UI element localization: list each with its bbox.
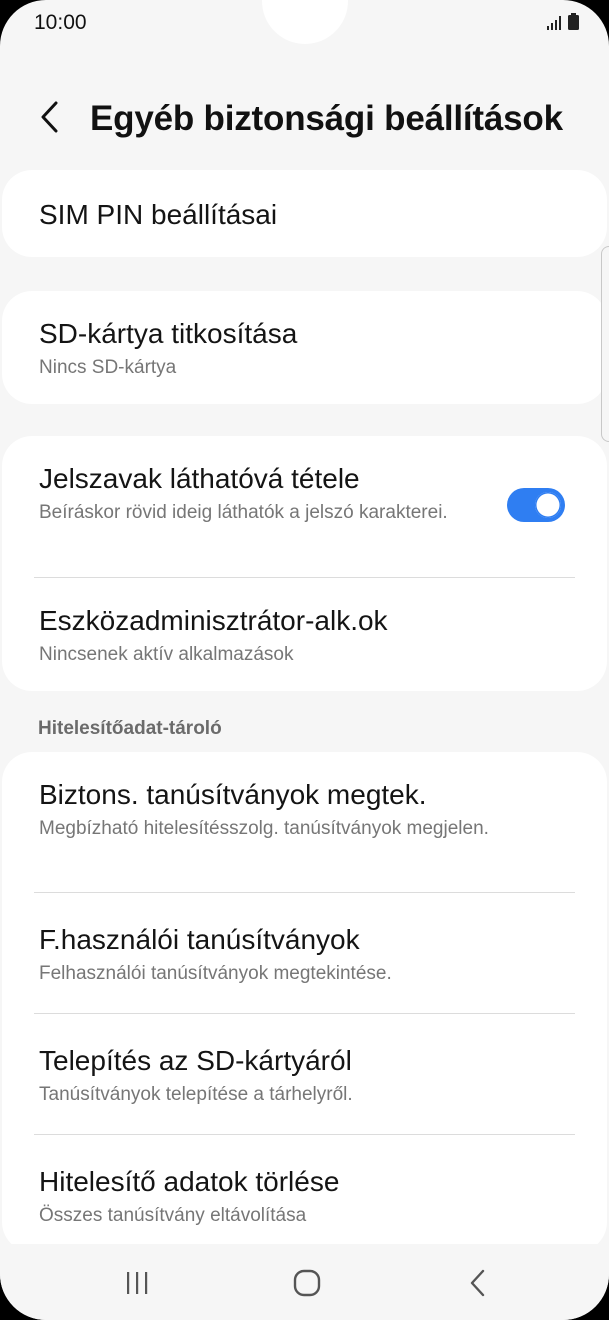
- back-arrow-icon: [470, 1269, 485, 1297]
- nav-back-button[interactable]: [448, 1258, 508, 1308]
- user-certs-subtitle: Felhasználói tanúsítványok megtekintése.: [39, 963, 392, 984]
- scrollbar[interactable]: [601, 246, 609, 442]
- credential-storage-card: Biztons. tanúsítványok megtek. Megbízhat…: [2, 752, 607, 1252]
- toggle-knob: [535, 492, 561, 518]
- sd-encrypt-subtitle: Nincs SD-kártya: [39, 357, 177, 378]
- clear-credentials-item[interactable]: Hitelesítő adatok törlése Összes tanúsít…: [2, 1135, 607, 1228]
- sim-pin-title: SIM PIN beállításai: [39, 199, 278, 230]
- navigation-bar: [0, 1244, 609, 1320]
- show-passwords-title: Jelszavak láthatóvá tétele: [39, 463, 360, 494]
- install-sd-subtitle: Tanúsítványok telepítése a tárhelyről.: [39, 1084, 353, 1105]
- clear-credentials-title: Hitelesítő adatok törlése: [39, 1166, 340, 1197]
- device-admin-item[interactable]: Eszközadminisztrátor-alk.ok Nincsenek ak…: [2, 578, 607, 667]
- trusted-certs-title: Biztons. tanúsítványok megtek.: [39, 779, 427, 810]
- trusted-certs-item[interactable]: Biztons. tanúsítványok megtek. Megbízhat…: [2, 752, 607, 892]
- install-sd-item[interactable]: Telepítés az SD-kártyáról Tanúsítványok …: [2, 1014, 607, 1134]
- password-admin-card: Jelszavak láthatóvá tétele Beíráskor röv…: [2, 436, 607, 691]
- signal-icon: [547, 16, 561, 30]
- sd-encrypt-item[interactable]: SD-kártya titkosítása Nincs SD-kártya: [2, 291, 607, 380]
- app-header: Egyéb biztonsági beállítások: [0, 85, 609, 155]
- sd-encrypt-title: SD-kártya titkosítása: [39, 318, 298, 349]
- clear-credentials-subtitle: Összes tanúsítvány eltávolítása: [39, 1205, 307, 1226]
- device-admin-subtitle: Nincsenek aktív alkalmazások: [39, 644, 294, 665]
- user-certs-title: F.használói tanúsítványok: [39, 924, 360, 955]
- device-admin-title: Eszközadminisztrátor-alk.ok: [39, 605, 388, 636]
- sd-encrypt-card[interactable]: SD-kártya titkosítása Nincs SD-kártya: [2, 291, 607, 404]
- status-bar: 10:00: [0, 0, 609, 46]
- credential-storage-label: Hitelesítőadat-tároló: [38, 718, 222, 739]
- show-passwords-item[interactable]: Jelszavak láthatóvá tétele Beíráskor röv…: [2, 436, 607, 551]
- page-title: Egyéb biztonsági beállítások: [90, 99, 563, 138]
- show-passwords-subtitle: Beíráskor rövid ideig láthatók a jelszó …: [39, 502, 448, 523]
- recent-apps-icon: [127, 1272, 148, 1294]
- sim-pin-item[interactable]: SIM PIN beállításai: [2, 170, 607, 232]
- chevron-left-icon: [41, 101, 58, 133]
- camera-notch: [262, 0, 348, 44]
- trusted-certs-subtitle: Megbízható hitelesítésszolg. tanúsítvány…: [39, 818, 489, 839]
- user-certs-item[interactable]: F.használói tanúsítványok Felhasználói t…: [2, 893, 607, 1013]
- sim-pin-card[interactable]: SIM PIN beállításai: [2, 170, 607, 257]
- show-passwords-toggle[interactable]: [507, 488, 565, 522]
- install-sd-title: Telepítés az SD-kártyáról: [39, 1045, 352, 1076]
- recent-apps-button[interactable]: [107, 1258, 167, 1308]
- home-icon: [293, 1269, 321, 1297]
- status-time: 10:00: [34, 11, 87, 34]
- battery-icon: [568, 13, 579, 30]
- system-icons: [547, 13, 579, 30]
- phone-screen: 10:00 Egyéb biztonsági beállítások SIM P…: [0, 0, 609, 1320]
- back-button[interactable]: [28, 95, 72, 139]
- home-button[interactable]: [277, 1258, 337, 1308]
